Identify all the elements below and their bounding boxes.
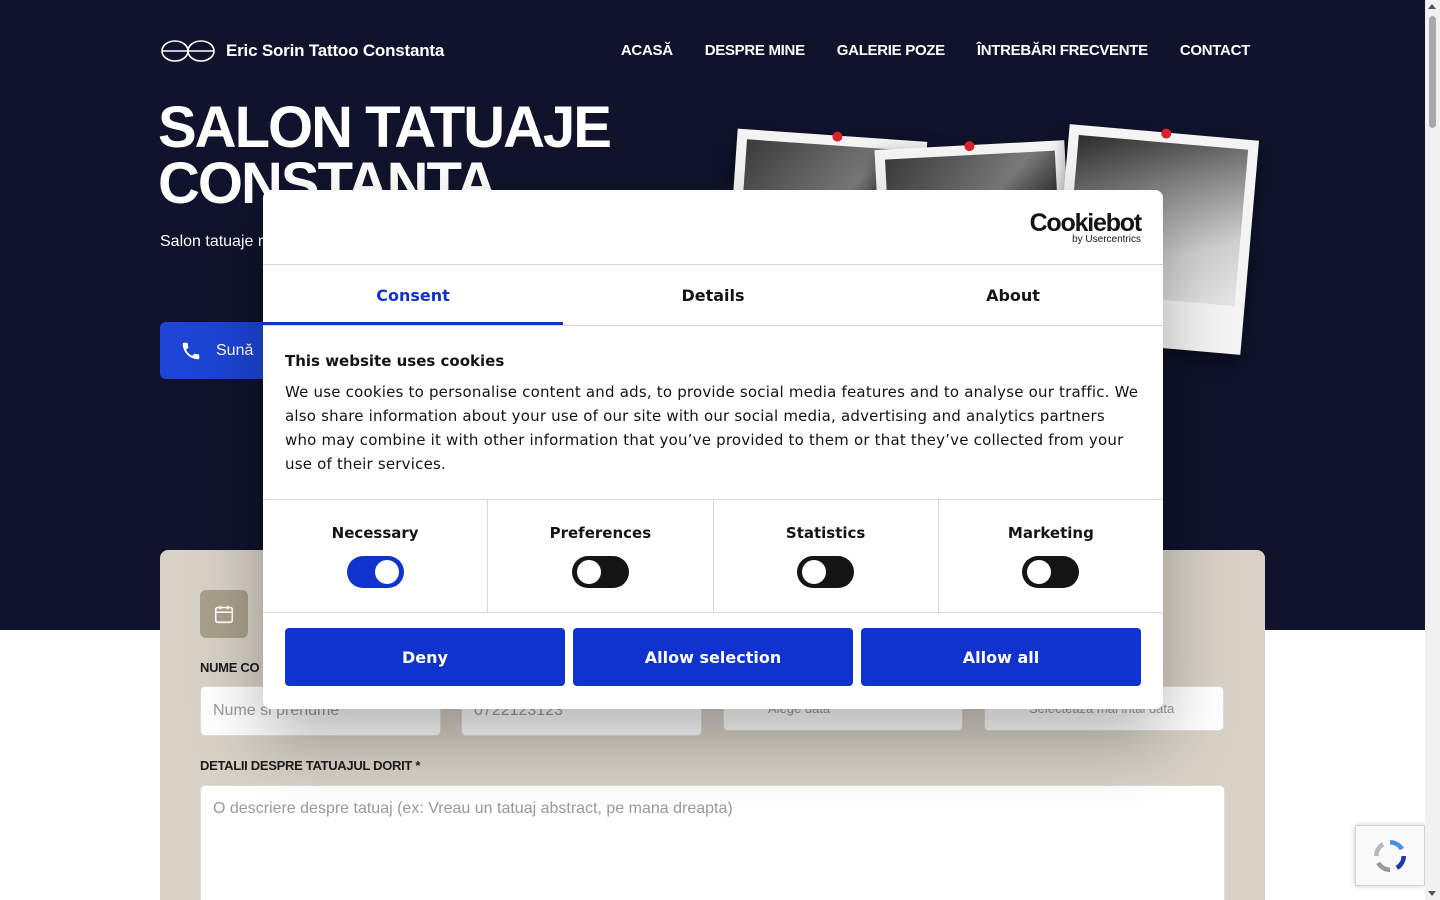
marketing-toggle[interactable] xyxy=(1022,556,1080,588)
category-label: Marketing xyxy=(1007,524,1094,542)
necessary-toggle[interactable] xyxy=(346,556,404,588)
category-statistics: Statistics xyxy=(714,500,939,612)
recaptcha-icon xyxy=(1374,839,1406,872)
consent-heading: This website uses cookies xyxy=(285,352,505,370)
cookiebot-logo-main: Cookiebot xyxy=(1029,209,1143,237)
scroll-down-arrow-icon[interactable] xyxy=(1428,891,1436,896)
dialog-tabs: Consent Details About xyxy=(263,265,1163,326)
tab-consent[interactable]: Consent xyxy=(263,265,563,325)
dialog-actions: Deny Allow selection Allow all xyxy=(263,613,1163,701)
statistics-toggle[interactable] xyxy=(797,556,855,588)
allow-all-button[interactable]: Allow all xyxy=(861,628,1141,686)
preferences-toggle[interactable] xyxy=(571,556,629,588)
consent-body: This website uses cookies We use cookies… xyxy=(263,326,1163,500)
category-label: Preferences xyxy=(549,524,652,542)
cookiebot-logo: Cookiebot by Usercentrics xyxy=(1029,209,1143,246)
consent-text: We use cookies to personalise content an… xyxy=(285,383,1139,473)
recaptcha-badge[interactable] xyxy=(1355,825,1425,886)
deny-button[interactable]: Deny xyxy=(285,628,565,686)
dialog-header: Cookiebot by Usercentrics xyxy=(263,190,1163,265)
category-necessary: Necessary xyxy=(263,500,489,612)
category-marketing: Marketing xyxy=(939,500,1163,612)
allow-selection-button[interactable]: Allow selection xyxy=(573,628,853,686)
scrollbar-thumb[interactable] xyxy=(1429,16,1436,128)
cookie-dialog: Cookiebot by Usercentrics Consent Detail… xyxy=(263,190,1163,709)
category-preferences: Preferences xyxy=(488,500,714,612)
category-toggles: Necessary Preferences Statistics Marketi… xyxy=(263,500,1163,613)
scrollbar[interactable] xyxy=(1425,0,1440,900)
category-label: Necessary xyxy=(331,524,419,542)
tab-about[interactable]: About xyxy=(863,265,1163,325)
category-label: Statistics xyxy=(785,524,866,542)
tab-details[interactable]: Details xyxy=(563,265,863,325)
scroll-up-arrow-icon[interactable] xyxy=(1428,4,1436,9)
